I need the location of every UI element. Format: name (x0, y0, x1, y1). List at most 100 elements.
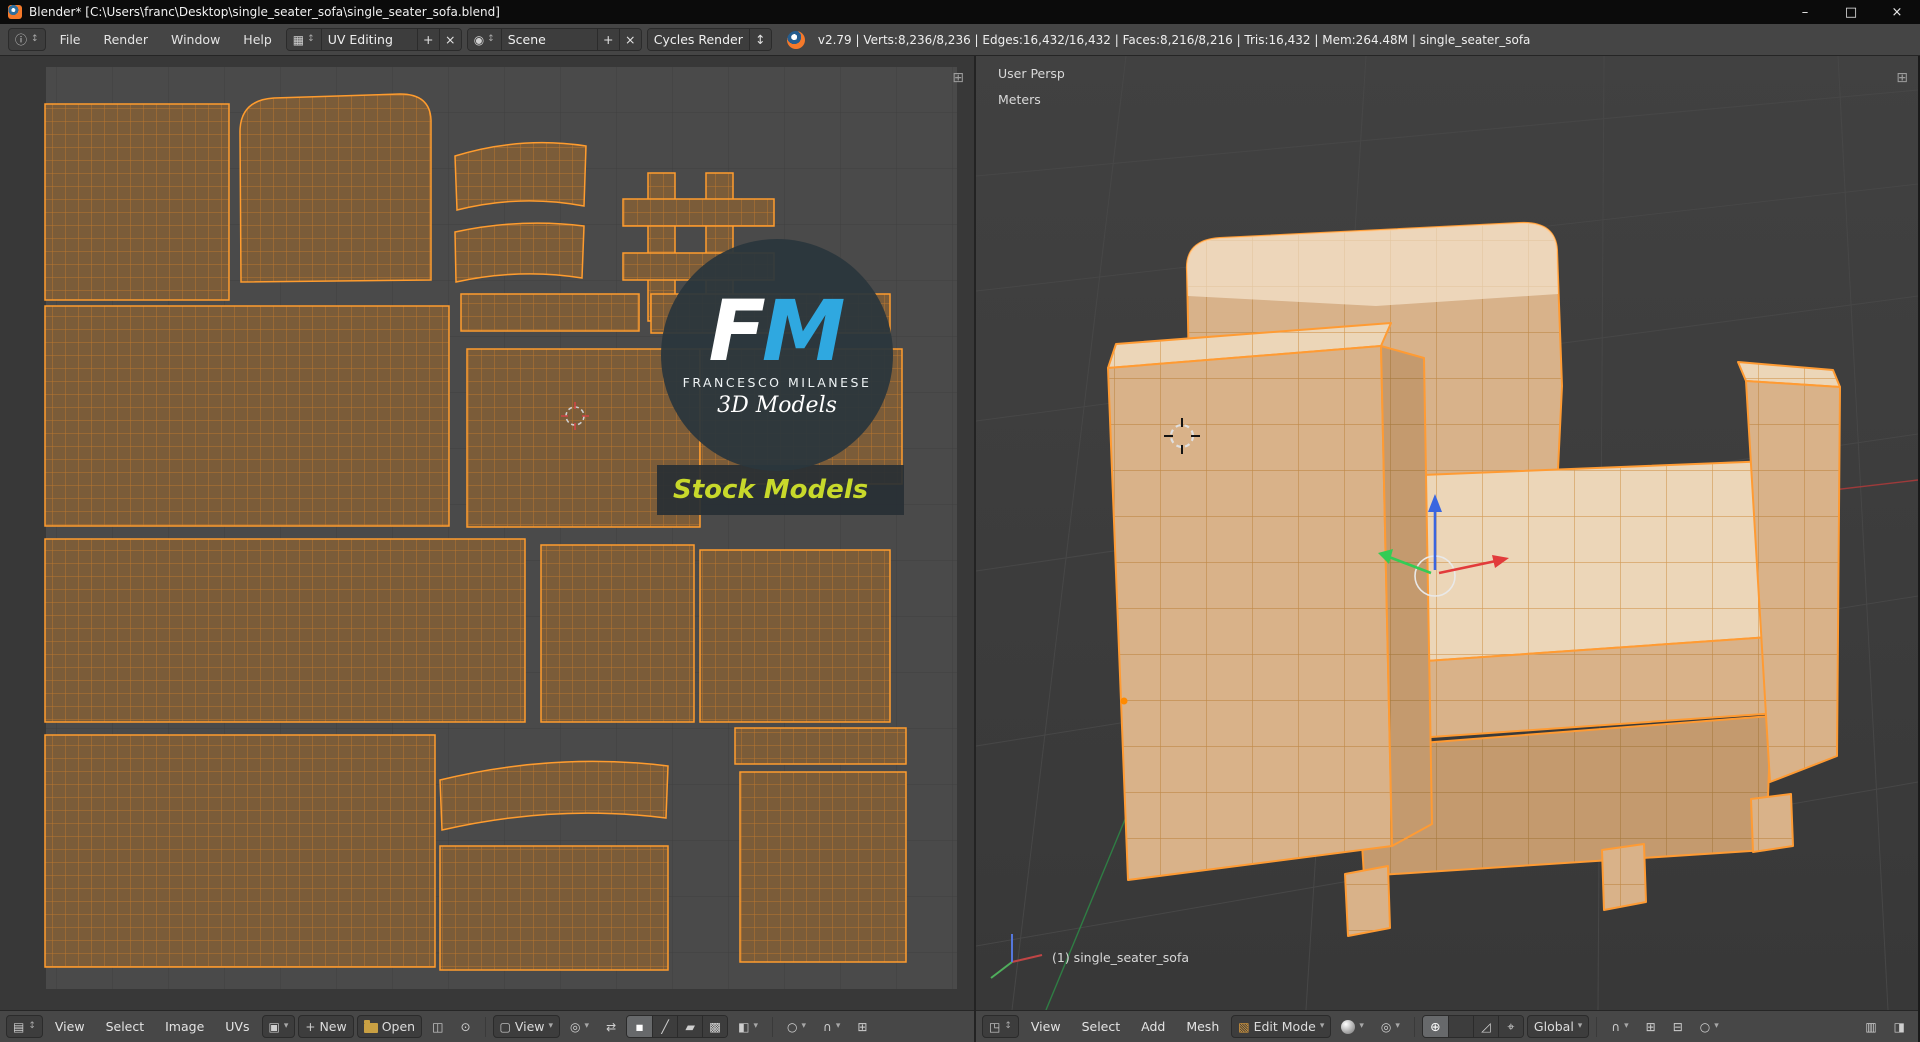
close-button[interactable]: × (1874, 0, 1920, 24)
layout-icon: ▦ (292, 32, 305, 47)
uv-canvas[interactable] (0, 56, 974, 1010)
updown-icon: ↕ (487, 34, 495, 44)
scene-selector[interactable]: ◉ ↕ Scene + × (466, 28, 642, 51)
uv-select-vertex-button[interactable]: ▪ (627, 1016, 653, 1037)
render-engine-selector[interactable]: Cycles Render ↕ (646, 28, 772, 51)
uv-island[interactable] (439, 845, 669, 971)
uv-island[interactable] (44, 305, 450, 527)
image-new-button[interactable]: + New (298, 1015, 354, 1038)
dropdown-icon: ▾ (1577, 1021, 1583, 1031)
uv-island[interactable] (454, 141, 587, 211)
vp-menu-view[interactable]: View (1022, 1011, 1070, 1042)
manipulator-scale-button[interactable]: ◿ (1472, 1016, 1498, 1037)
layout-add-button[interactable]: + (416, 29, 439, 50)
pivot-center-dropdown[interactable]: ◎ ▾ (1374, 1015, 1407, 1038)
image-pin-button[interactable]: ⊙ (453, 1015, 477, 1038)
manipulator-translate-button[interactable]: ⊕ (1422, 1016, 1448, 1037)
render-border-button[interactable]: ◨ (1887, 1015, 1912, 1038)
scene-add-button[interactable]: + (596, 29, 619, 50)
screen-layout-selector[interactable]: ▦ ↕ UV Editing + × (285, 28, 462, 51)
scene-browse-segment[interactable]: ◉ ↕ (467, 29, 501, 50)
uv-panel-toggle[interactable]: ⊞ (952, 70, 964, 86)
folder-icon (363, 1019, 378, 1033)
menu-render[interactable]: Render (94, 24, 157, 55)
viewport-canvas[interactable] (976, 56, 1918, 1010)
uv-menu-uvs[interactable]: UVs (216, 1011, 258, 1042)
header-separator (772, 1016, 773, 1037)
uv-island[interactable] (540, 544, 695, 723)
snap-element-button[interactable]: ⊞ (850, 1015, 874, 1038)
sticky-select-dropdown[interactable]: ◧ ▾ (731, 1015, 765, 1038)
viewport-panel-toggle[interactable]: ⊞ (1896, 70, 1908, 86)
pivot-icon: ◎ (1380, 1019, 1392, 1034)
sofa-foot-right[interactable] (1750, 793, 1794, 853)
editor-type-info-button[interactable]: ⓘ ↕ (8, 28, 46, 51)
uv-editor-type-button[interactable]: ▤ ↕ (6, 1015, 43, 1038)
uv-island[interactable] (699, 549, 891, 723)
uv-menu-select[interactable]: Select (97, 1011, 154, 1042)
window-titlebar: Blender* [C:\Users\franc\Desktop\single_… (0, 0, 1920, 24)
proportional-edit-dropdown[interactable]: ○ ▾ (780, 1015, 813, 1038)
vp-menu-add[interactable]: Add (1132, 1011, 1174, 1042)
render-preview-button[interactable]: ▥ (1858, 1015, 1883, 1038)
display-view-dropdown[interactable]: ▢ View ▾ (492, 1015, 561, 1038)
dropdown-icon: ▾ (584, 1021, 590, 1031)
dropdown-icon: ▾ (1714, 1021, 1719, 1031)
sync-icon: ⇄ (606, 1019, 617, 1034)
info-header: ⓘ ↕ File Render Window Help ▦ ↕ UV Editi… (0, 24, 1920, 56)
menu-window[interactable]: Window (162, 24, 229, 55)
uv-select-face-button[interactable]: ▰ (677, 1016, 703, 1037)
mode-dropdown[interactable]: ▧ Edit Mode ▾ (1231, 1015, 1332, 1038)
dropdown-icon: ▾ (753, 1021, 758, 1031)
snap-element-button[interactable]: ⊞ (1639, 1015, 1663, 1038)
sofa-left-arm-outer[interactable] (1107, 345, 1393, 881)
view3d-editor-icon: ◳ (989, 1019, 1001, 1034)
menu-help[interactable]: Help (234, 24, 281, 55)
uv-menu-view[interactable]: View (46, 1011, 94, 1042)
proportional-icon: ○ (787, 1019, 798, 1034)
uv-island[interactable] (44, 734, 436, 968)
uv-island[interactable] (739, 771, 907, 963)
uv-island[interactable] (734, 727, 907, 765)
orientation-dropdown[interactable]: Global ▾ (1526, 1015, 1590, 1038)
uv-island[interactable] (460, 293, 640, 332)
manipulator-rotate-button[interactable] (1447, 1016, 1473, 1037)
snap-dropdown[interactable]: ∩ ▾ (1604, 1015, 1635, 1038)
maximize-button[interactable]: □ (1828, 0, 1874, 24)
vp-menu-mesh[interactable]: Mesh (1177, 1011, 1228, 1042)
vp-menu-select[interactable]: Select (1073, 1011, 1130, 1042)
viewport-shading-dropdown[interactable]: ▾ (1334, 1015, 1371, 1038)
manipulator-axis-button[interactable]: ⌖ (1497, 1016, 1523, 1037)
image-browse-button[interactable]: ▣ ▾ (261, 1015, 296, 1038)
image-external-button[interactable]: ◫ (425, 1015, 450, 1038)
sofa-seat-top[interactable] (1395, 460, 1785, 663)
uv-island[interactable] (44, 538, 526, 723)
dropdown-icon: ▾ (1395, 1021, 1400, 1031)
uv-island[interactable] (239, 93, 432, 283)
viewport-editor-type-button[interactable]: ◳ ↕ (982, 1015, 1019, 1038)
sofa-foot-middle[interactable] (1601, 843, 1647, 911)
proportional-edit-dropdown[interactable]: ○ ▾ (1693, 1015, 1726, 1038)
minimize-button[interactable]: – (1782, 0, 1828, 24)
uv-sync-selection-toggle[interactable]: ⇄ (599, 1015, 623, 1038)
layout-browse-segment[interactable]: ▦ ↕ (286, 29, 321, 50)
layers-button[interactable]: ⊟ (1666, 1015, 1690, 1038)
uv-select-edge-button[interactable]: ╱ (652, 1016, 678, 1037)
blender-app-icon (8, 5, 22, 19)
uv-island[interactable] (454, 222, 585, 283)
uv-image-editor: F M FRANCESCO MILANESE 3D Models Stock M… (0, 56, 976, 1042)
image-open-button[interactable]: Open (356, 1015, 423, 1038)
menu-file[interactable]: File (51, 24, 90, 55)
layout-delete-button[interactable]: × (438, 29, 461, 50)
scene-delete-button[interactable]: × (618, 29, 641, 50)
uv-island[interactable] (44, 103, 230, 301)
pivot-dropdown[interactable]: ◎ ▾ (563, 1015, 596, 1038)
uv-select-island-button[interactable]: ▩ (702, 1016, 728, 1037)
sticky-icon: ◧ (738, 1019, 750, 1034)
updown-icon: ↕ (307, 34, 315, 44)
snap-dropdown[interactable]: ∩ ▾ (816, 1015, 847, 1038)
sofa-foot-left[interactable] (1344, 865, 1391, 937)
uv-island[interactable] (622, 198, 775, 227)
dropdown-icon: ▾ (283, 1021, 289, 1031)
uv-menu-image[interactable]: Image (156, 1011, 213, 1042)
